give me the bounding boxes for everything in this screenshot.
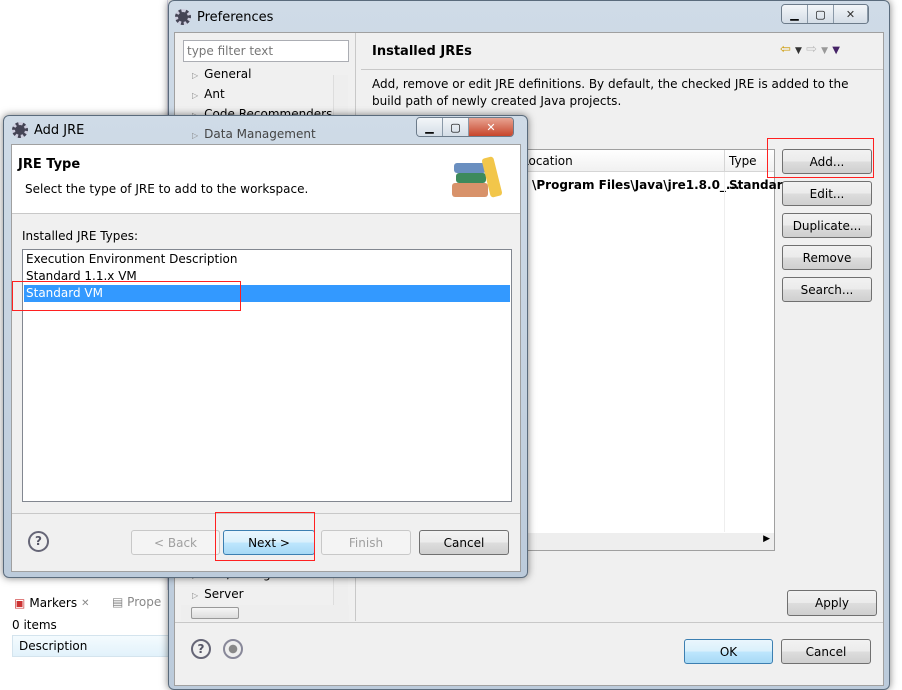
back-button[interactable]: < Back xyxy=(131,530,220,555)
header-description: Select the type of JRE to add to the wor… xyxy=(25,182,309,196)
preferences-icon xyxy=(175,9,191,25)
maximize-button[interactable]: ▢ xyxy=(443,118,469,136)
edit-button[interactable]: Edit... xyxy=(782,181,872,206)
filter-input[interactable]: type filter text xyxy=(183,40,349,62)
window-controls: ▁ ▢ ✕ xyxy=(781,4,869,24)
list-label: Installed JRE Types: xyxy=(22,229,139,243)
help-icon[interactable]: ? xyxy=(191,639,211,659)
highlight-standard-vm xyxy=(12,281,241,311)
minimize-button[interactable]: ▁ xyxy=(782,5,808,23)
tree-item-server[interactable]: Server xyxy=(192,587,243,601)
close-button[interactable]: ✕ xyxy=(834,5,868,23)
list-item[interactable]: Execution Environment Description xyxy=(26,252,237,266)
title-separator xyxy=(361,69,883,70)
import-export-icon[interactable] xyxy=(223,639,243,659)
highlight-next xyxy=(215,512,315,561)
cancel-button[interactable]: Cancel xyxy=(781,639,871,664)
markers-icon: ▣ xyxy=(14,596,26,610)
nav-arrows[interactable]: ⇦ ▼ ⇨ ▼ ▼ xyxy=(780,42,840,57)
maximize-button[interactable]: ▢ xyxy=(808,5,834,23)
tree-item-general[interactable]: General xyxy=(192,67,251,81)
library-books-icon xyxy=(452,155,503,201)
bottom-separator xyxy=(175,622,883,623)
dialog-title: Add JRE xyxy=(34,123,85,138)
search-button[interactable]: Search... xyxy=(782,277,872,302)
markers-view: ▣ Markers ✕ ▤ Prope 0 items Description xyxy=(8,590,173,688)
ok-button[interactable]: OK xyxy=(684,639,773,664)
highlight-add xyxy=(767,138,874,178)
page-description: Add, remove or edit JRE definitions. By … xyxy=(372,77,849,108)
header-title: JRE Type xyxy=(18,157,81,172)
remove-button[interactable]: Remove xyxy=(782,245,872,270)
dialog-body: JRE Type Select the type of JRE to add t… xyxy=(11,144,521,572)
close-button[interactable]: ✕ xyxy=(469,118,513,136)
tree-item-data-management[interactable]: Data Management xyxy=(192,127,316,141)
duplicate-button[interactable]: Duplicate... xyxy=(782,213,872,238)
dialog-icon xyxy=(12,122,28,138)
dialog-window-controls: ▁ ▢ ✕ xyxy=(416,117,514,137)
dialog-header: JRE Type Select the type of JRE to add t… xyxy=(12,145,520,214)
tree-hscrollbar[interactable] xyxy=(181,605,349,621)
finish-button[interactable]: Finish xyxy=(321,530,411,555)
markers-count: 0 items xyxy=(12,618,57,632)
cancel-button[interactable]: Cancel xyxy=(419,530,509,555)
description-column-header[interactable]: Description xyxy=(12,635,172,657)
window-title: Preferences xyxy=(197,10,274,25)
markers-tab[interactable]: ▣ Markers ✕ xyxy=(10,592,106,614)
column-type[interactable]: Type xyxy=(729,154,757,168)
properties-tab[interactable]: ▤ Prope xyxy=(112,595,161,609)
minimize-button[interactable]: ▁ xyxy=(417,118,443,136)
tree-item-ant[interactable]: Ant xyxy=(192,87,225,101)
column-location[interactable]: Location xyxy=(522,154,573,168)
page-title: Installed JREs xyxy=(372,44,472,59)
apply-button[interactable]: Apply xyxy=(787,590,877,616)
help-icon[interactable]: ? xyxy=(28,531,49,552)
add-jre-dialog: Add JRE ▁ ▢ ✕ JRE Type Select the type o… xyxy=(3,115,528,578)
properties-icon: ▤ xyxy=(112,595,124,609)
close-icon[interactable]: ✕ xyxy=(81,598,89,609)
